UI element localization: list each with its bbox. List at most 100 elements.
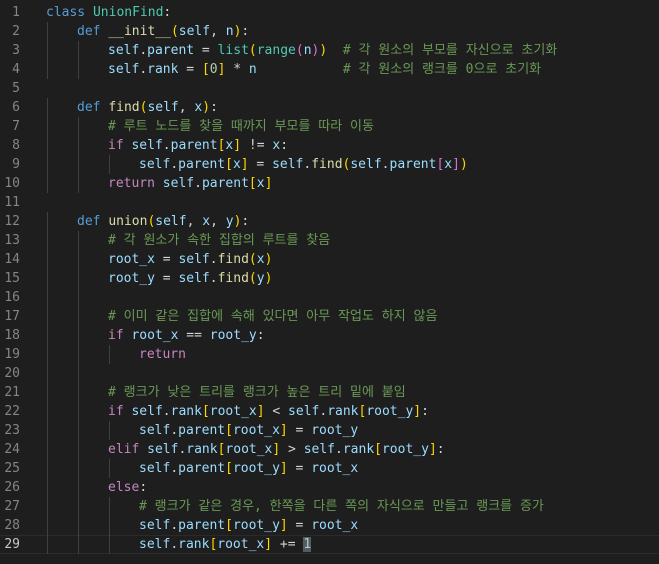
code-line[interactable]: 25 self.parent[root_y] = root_x — [0, 459, 659, 478]
code-line[interactable]: 21 # 랭크가 낮은 트리를 랭크가 높은 트리 밑에 붙임 — [0, 383, 659, 402]
indent-guide — [47, 155, 48, 174]
indent-guide — [47, 478, 48, 497]
line-number: 12 — [4, 214, 20, 229]
comment: # 랭크가 같은 경우, 한쪽을 다른 쪽의 자식으로 만들고 랭크를 증가 — [139, 499, 544, 514]
identifier: parent — [178, 423, 226, 438]
code-line[interactable]: 24 elif self.rank[root_x] > self.rank[roo… — [0, 440, 659, 459]
bracket: ] — [240, 157, 249, 172]
code-line[interactable]: 12 def union(self, x, y): — [0, 212, 659, 231]
identifier: self — [178, 271, 210, 286]
operator-text: . — [170, 537, 179, 552]
code-line[interactable]: 2 def __init__(self, n): — [0, 22, 659, 41]
bracket: [ — [225, 423, 233, 438]
indent-guide — [47, 288, 48, 307]
indent-guide — [78, 326, 79, 345]
operator-text: = — [287, 423, 312, 438]
code-line[interactable]: 26 else: — [0, 478, 659, 497]
operator-text: . — [139, 62, 148, 77]
line-number: 11 — [4, 195, 20, 210]
code-line[interactable]: 28 self.parent[root_y] = root_x — [0, 516, 659, 535]
code-line[interactable]: 22 if self.rank[root_x] < self.rank[root_… — [0, 402, 659, 421]
bracket: [ — [201, 62, 210, 77]
bracket: ] — [264, 537, 273, 552]
code-line[interactable]: 10 return self.parent[x] — [0, 174, 659, 193]
operator-text: : — [241, 214, 250, 229]
indent-guide — [78, 307, 79, 326]
code-text: # 이미 같은 집합에 속해 있다면 아무 작업도 하지 않음 — [108, 307, 437, 326]
operator-text: . — [162, 404, 171, 419]
indent-guide — [78, 440, 79, 459]
line-number: 4 — [12, 62, 20, 77]
code-line[interactable]: 3 self.parent = list(range(n)) # 각 원소의 부모… — [0, 41, 659, 60]
number-literal: 0 — [209, 62, 218, 77]
code-line[interactable]: 6 def find(self, x): — [0, 98, 659, 117]
code-line[interactable]: 27 # 랭크가 같은 경우, 한쪽을 다른 쪽의 자식으로 만들고 랭크를 증가 — [0, 497, 659, 516]
indent-guide — [78, 364, 79, 383]
operator-text: . — [209, 271, 218, 286]
operator-text — [85, 5, 93, 20]
code-editor[interactable]: 1 class UnionFind: 2 def __init__(self, n):… — [0, 0, 659, 564]
keyword: def — [77, 100, 101, 115]
code-text: self.parent[root_y] = root_x — [139, 516, 358, 535]
operator-text: = — [154, 252, 179, 267]
indent-guide — [47, 516, 48, 535]
indent-guide — [78, 60, 79, 79]
code-text: # 루트 노드를 찾을 때까지 부모를 따라 이동 — [108, 117, 374, 136]
code-line[interactable]: 5 — [0, 79, 659, 98]
operator-text: . — [335, 442, 343, 457]
code-line[interactable]: 19 return — [0, 345, 659, 364]
line-number: 27 — [4, 499, 20, 514]
bracket: ( — [248, 252, 257, 267]
indent-guide — [47, 307, 48, 326]
identifier: root_x — [209, 404, 257, 419]
identifier: parent — [178, 461, 226, 476]
code-text: root_x = self.find(x) — [108, 250, 272, 269]
code-line[interactable]: 1 class UnionFind: — [0, 3, 659, 22]
code-line[interactable]: 18 if root_x == root_y: — [0, 326, 659, 345]
line-number: 20 — [4, 366, 20, 381]
code-line[interactable]: 14 root_x = self.find(x) — [0, 250, 659, 269]
indent-guide — [78, 535, 79, 554]
operator-text: . — [170, 157, 179, 172]
control-keyword: if — [108, 404, 124, 419]
operator-text: : — [139, 480, 148, 495]
function-name: find — [108, 100, 140, 115]
class-name: UnionFind — [92, 5, 164, 20]
code-text: self.parent[x] = self.find(self.parent[x… — [139, 155, 468, 174]
identifier: rank — [342, 442, 375, 457]
code-line[interactable]: 20 — [0, 364, 659, 383]
indent-guide — [78, 288, 79, 307]
operator-text: . — [162, 138, 171, 153]
indent-guide — [78, 345, 79, 364]
line-number: 6 — [12, 100, 20, 115]
code-line[interactable]: 9 self.parent[x] = self.find(self.parent[… — [0, 155, 659, 174]
code-line[interactable]: 16 — [0, 288, 659, 307]
function-name: __init__ — [108, 24, 171, 39]
code-line[interactable]: 11 — [0, 193, 659, 212]
code-line[interactable]: 23 self.parent[root_x] = root_y — [0, 421, 659, 440]
line-number: 8 — [12, 138, 20, 153]
code-line[interactable]: 13 # 각 원소가 속한 집합의 루트를 찾음 — [0, 231, 659, 250]
indent-guide — [109, 155, 110, 174]
operator-text: , — [178, 100, 195, 115]
line-number: 17 — [4, 309, 20, 324]
code-line[interactable]: 17 # 이미 같은 집합에 속해 있다면 아무 작업도 하지 않음 — [0, 307, 659, 326]
code-line[interactable]: 8 if self.parent[x] != x: — [0, 136, 659, 155]
line-number: 3 — [12, 43, 20, 58]
bracket: ] — [233, 138, 242, 153]
operator-text: : — [280, 138, 289, 153]
code-text: def __init__(self, n): — [77, 22, 249, 41]
code-line[interactable]: 7 # 루트 노드를 찾을 때까지 부모를 따라 이동 — [0, 117, 659, 136]
code-line[interactable]: 4 self.rank = [0] * n # 각 원소의 랭크를 0으로 초기화 — [0, 60, 659, 79]
bracket: ] — [413, 404, 422, 419]
code-text: def union(self, x, y): — [77, 212, 249, 231]
code-line[interactable]: 29 self.rank[root_x] += 1 — [0, 535, 659, 554]
identifier: root_y — [381, 442, 429, 457]
line-number: 28 — [4, 518, 20, 533]
code-line[interactable]: 15 root_y = self.find(y) — [0, 269, 659, 288]
identifier: self — [147, 442, 179, 457]
indent-guide — [47, 98, 48, 117]
indent-guide — [47, 535, 48, 554]
text-cursor: 1 — [303, 537, 312, 552]
operator-text: . — [170, 518, 179, 533]
